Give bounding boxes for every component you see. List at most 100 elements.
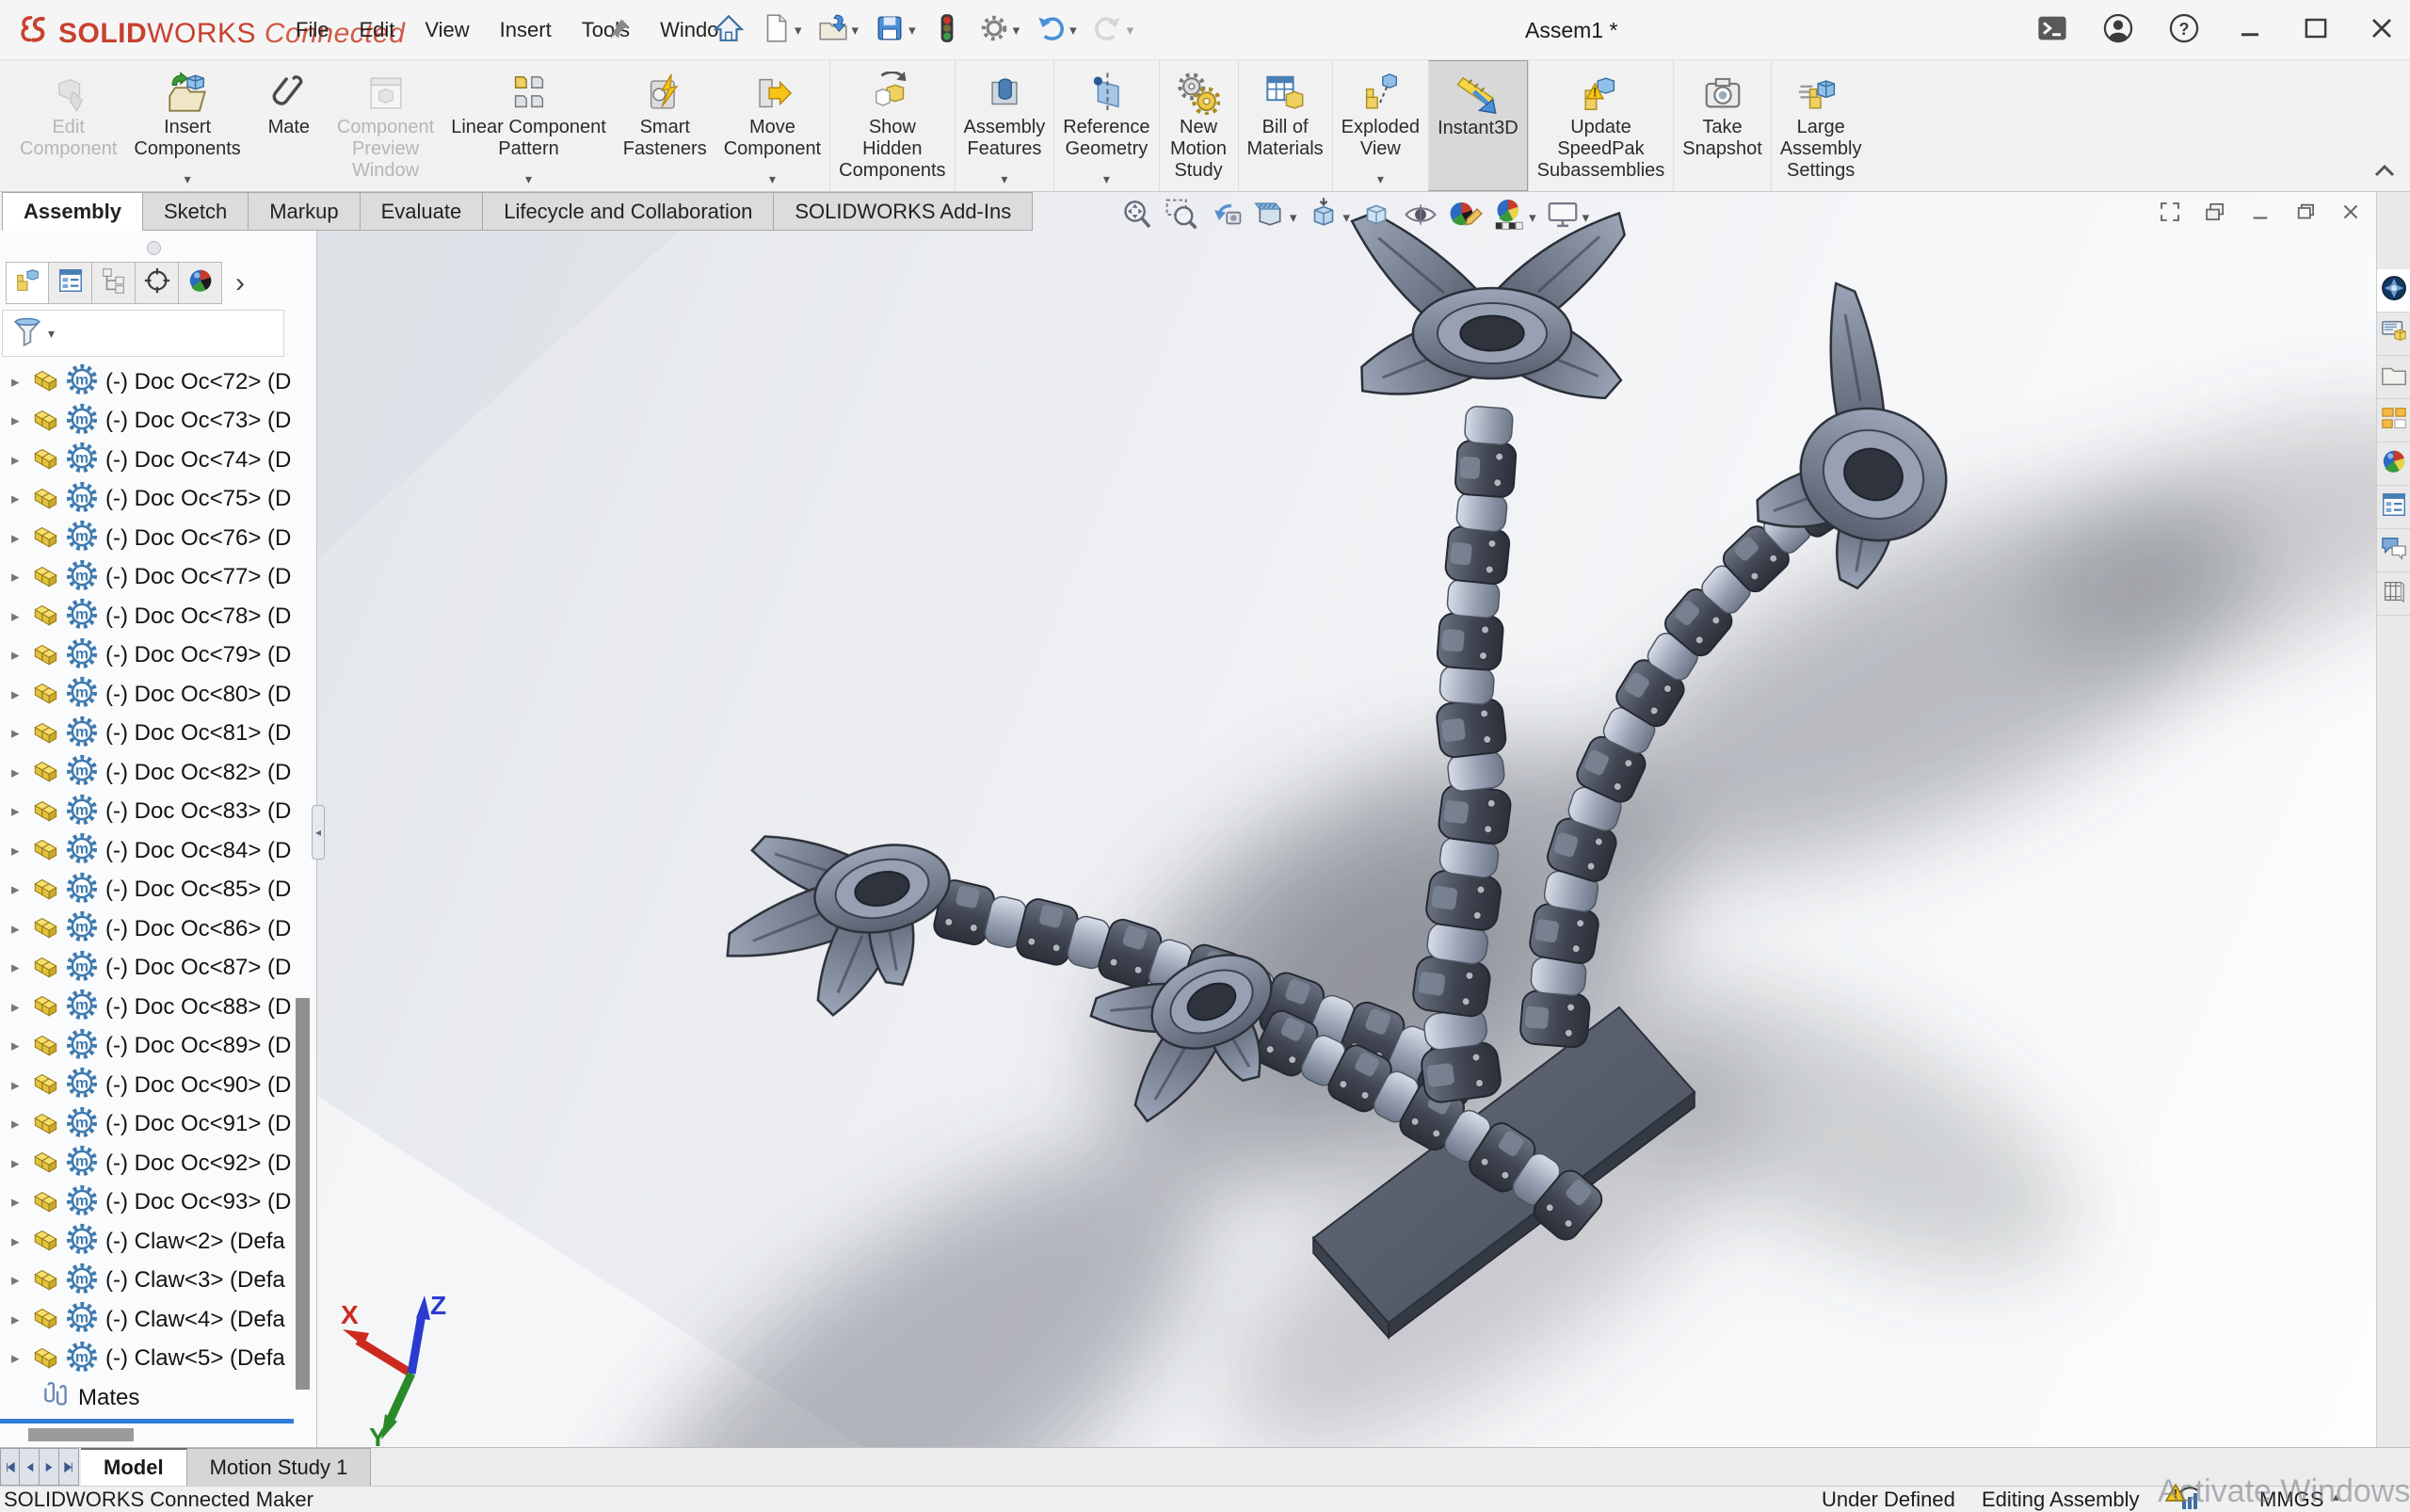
tree-item[interactable]: ▸m(-) Doc Oc<89> (D bbox=[0, 1027, 294, 1067]
ribbon-large-assembly-settings-button[interactable]: LargeAssemblySettings bbox=[1771, 60, 1871, 191]
ribbon-mate-button[interactable]: Mate bbox=[249, 60, 329, 191]
tree-item[interactable]: ▸m(-) Doc Oc<91> (D bbox=[0, 1105, 294, 1145]
tree-item[interactable]: ▸m(-) Doc Oc<79> (D bbox=[0, 636, 294, 676]
tree-item[interactable]: ▸m(-) Doc Oc<75> (D bbox=[0, 480, 294, 520]
ribbon-take-snapshot-button[interactable]: TakeSnapshot bbox=[1673, 60, 1771, 191]
expand-arrow-icon[interactable]: ▸ bbox=[11, 842, 30, 861]
ribbon-exploded-view-button[interactable]: ExplodedView▾ bbox=[1332, 60, 1428, 191]
dropdown-caret-icon[interactable]: ▾ bbox=[795, 22, 802, 39]
documentation-button[interactable] bbox=[2377, 572, 2410, 616]
zoom-area-button[interactable] bbox=[1164, 197, 1199, 237]
tree-item[interactable]: ▸m(-) Doc Oc<77> (D bbox=[0, 558, 294, 598]
tree-item[interactable]: ▸m(-) Claw<2> (Defa bbox=[0, 1222, 294, 1262]
panel-dimxpert-tab[interactable] bbox=[136, 262, 179, 304]
panel-tabs-expand-icon[interactable]: › bbox=[235, 267, 245, 299]
maximize-button[interactable] bbox=[2297, 11, 2335, 49]
appearances-button[interactable] bbox=[2377, 442, 2410, 486]
doc-tab-model[interactable]: Model bbox=[81, 1448, 187, 1486]
tab-sketch[interactable]: Sketch bbox=[143, 192, 249, 231]
expand-arrow-icon[interactable]: ▸ bbox=[11, 373, 30, 392]
nav-next-button[interactable] bbox=[40, 1448, 59, 1486]
tree-item[interactable]: ▸m(-) Doc Oc<76> (D bbox=[0, 519, 294, 558]
filter-funnel-icon[interactable] bbox=[10, 314, 44, 354]
ribbon-linear-component-pattern-button[interactable]: Linear ComponentPattern▾ bbox=[442, 60, 615, 191]
ribbon-reference-geometry-button[interactable]: ReferenceGeometry▾ bbox=[1053, 60, 1158, 191]
viewport-expand-button[interactable] bbox=[2158, 200, 2182, 229]
tree-item-mates[interactable]: Mates bbox=[0, 1378, 294, 1418]
panel-grip-handle[interactable] bbox=[147, 241, 161, 255]
panel-configuration-manager-tab[interactable] bbox=[92, 262, 136, 304]
tab-markup[interactable]: Markup bbox=[249, 192, 360, 231]
expand-arrow-icon[interactable]: ▸ bbox=[11, 802, 30, 821]
dropdown-caret-icon[interactable]: ▾ bbox=[1013, 22, 1020, 39]
expand-arrow-icon[interactable]: ▸ bbox=[11, 607, 30, 626]
menu-view[interactable]: View bbox=[413, 12, 480, 48]
expand-arrow-icon[interactable]: ▸ bbox=[11, 1271, 30, 1290]
open-button[interactable]: ▾ bbox=[812, 8, 864, 53]
doc-tab-motion-study-1[interactable]: Motion Study 1 bbox=[187, 1448, 372, 1486]
3d-viewport[interactable]: ▾▾▾▾ XZY bbox=[317, 192, 2376, 1447]
tree-item[interactable]: ▸m(-) Doc Oc<88> (D bbox=[0, 988, 294, 1027]
undo-button[interactable]: ▾ bbox=[1030, 8, 1082, 53]
expand-arrow-icon[interactable]: ▸ bbox=[11, 1193, 30, 1212]
tab-lifecycle-and-collaboration[interactable]: Lifecycle and Collaboration bbox=[483, 192, 774, 231]
expand-arrow-icon[interactable]: ▸ bbox=[11, 490, 30, 508]
new-document-button[interactable]: ▾ bbox=[755, 8, 807, 53]
ribbon-smart-fasteners-button[interactable]: SmartFasteners bbox=[615, 60, 715, 191]
tree-item[interactable]: ▸m(-) Doc Oc<84> (D bbox=[0, 831, 294, 871]
rollback-bar[interactable] bbox=[0, 1419, 294, 1424]
ribbon-collapse-chevron-icon[interactable] bbox=[2374, 164, 2395, 182]
tree-item[interactable]: ▸m(-) Doc Oc<93> (D bbox=[0, 1183, 294, 1223]
resources-button[interactable] bbox=[2377, 313, 2410, 356]
tree-item[interactable]: ▸m(-) Doc Oc<90> (D bbox=[0, 1066, 294, 1105]
expand-arrow-icon[interactable]: ▸ bbox=[11, 451, 30, 470]
dropdown-caret-icon[interactable]: ▾ bbox=[1001, 172, 1007, 185]
apply-scene-button[interactable]: ▾ bbox=[1491, 197, 1536, 237]
panel-splitter-handle[interactable]: ◂ bbox=[312, 805, 325, 860]
viewport-restore-button[interactable] bbox=[2293, 200, 2318, 229]
nav-prev-button[interactable] bbox=[20, 1448, 40, 1486]
expand-arrow-icon[interactable]: ▸ bbox=[11, 880, 30, 899]
settings-gear-button[interactable]: ▾ bbox=[973, 8, 1025, 53]
menu-file[interactable]: File bbox=[284, 12, 340, 48]
tree-item[interactable]: ▸m(-) Doc Oc<74> (D bbox=[0, 441, 294, 480]
traffic-light-button[interactable] bbox=[926, 8, 968, 53]
nav-last-button[interactable] bbox=[59, 1448, 79, 1486]
ribbon-insert-components-button[interactable]: InsertComponents▾ bbox=[125, 60, 249, 191]
expand-arrow-icon[interactable]: ▸ bbox=[11, 724, 30, 743]
tree-item[interactable]: ▸m(-) Doc Oc<92> (D bbox=[0, 1144, 294, 1183]
home-button[interactable] bbox=[708, 8, 749, 53]
dropdown-caret-icon[interactable]: ▾ bbox=[1529, 209, 1536, 226]
account-button[interactable] bbox=[2099, 11, 2137, 49]
expand-arrow-icon[interactable]: ▸ bbox=[11, 1037, 30, 1055]
panel-property-manager-tab[interactable] bbox=[49, 262, 92, 304]
view-palette-button[interactable] bbox=[2377, 399, 2410, 442]
view-orientation-button[interactable]: ▾ bbox=[1306, 197, 1351, 237]
panel-feature-tree-tab[interactable] bbox=[6, 262, 49, 304]
expand-arrow-icon[interactable]: ▸ bbox=[11, 958, 30, 977]
expand-arrow-icon[interactable]: ▸ bbox=[11, 1076, 30, 1095]
tree-item[interactable]: ▸m(-) Doc Oc<73> (D bbox=[0, 402, 294, 442]
expand-arrow-icon[interactable]: ▸ bbox=[11, 998, 30, 1017]
expand-arrow-icon[interactable]: ▸ bbox=[11, 1232, 30, 1251]
ribbon-update-speedpak-subassemblies-button[interactable]: !UpdateSpeedPakSubassemblies bbox=[1528, 60, 1674, 191]
nav-first-button[interactable] bbox=[0, 1448, 20, 1486]
dropdown-caret-icon[interactable]: ▾ bbox=[525, 172, 532, 185]
tree-item[interactable]: ▸m(-) Doc Oc<80> (D bbox=[0, 675, 294, 715]
viewport-close-button[interactable] bbox=[2338, 200, 2363, 229]
dropdown-caret-icon[interactable]: ▾ bbox=[1103, 172, 1110, 185]
compass-button[interactable] bbox=[2377, 269, 2410, 313]
expand-arrow-icon[interactable]: ▸ bbox=[11, 764, 30, 782]
tree-vertical-scrollbar[interactable] bbox=[296, 998, 310, 1390]
close-button[interactable] bbox=[2363, 11, 2401, 49]
custom-properties-button[interactable] bbox=[2377, 486, 2410, 529]
tree-item[interactable]: ▸m(-) Doc Oc<87> (D bbox=[0, 949, 294, 989]
panel-display-manager-tab[interactable] bbox=[179, 262, 222, 304]
tree-item[interactable]: ▸m(-) Doc Oc<85> (D bbox=[0, 871, 294, 910]
tree-item[interactable]: ▸m(-) Doc Oc<82> (D bbox=[0, 753, 294, 793]
view-settings-button[interactable]: ▾ bbox=[1545, 197, 1590, 237]
ribbon-show-hidden-components-button[interactable]: ShowHiddenComponents bbox=[829, 60, 954, 191]
dropdown-caret-icon[interactable]: ▾ bbox=[769, 172, 776, 185]
dropdown-caret-icon[interactable]: ▾ bbox=[1343, 209, 1351, 226]
display-style-button[interactable] bbox=[1358, 197, 1394, 237]
